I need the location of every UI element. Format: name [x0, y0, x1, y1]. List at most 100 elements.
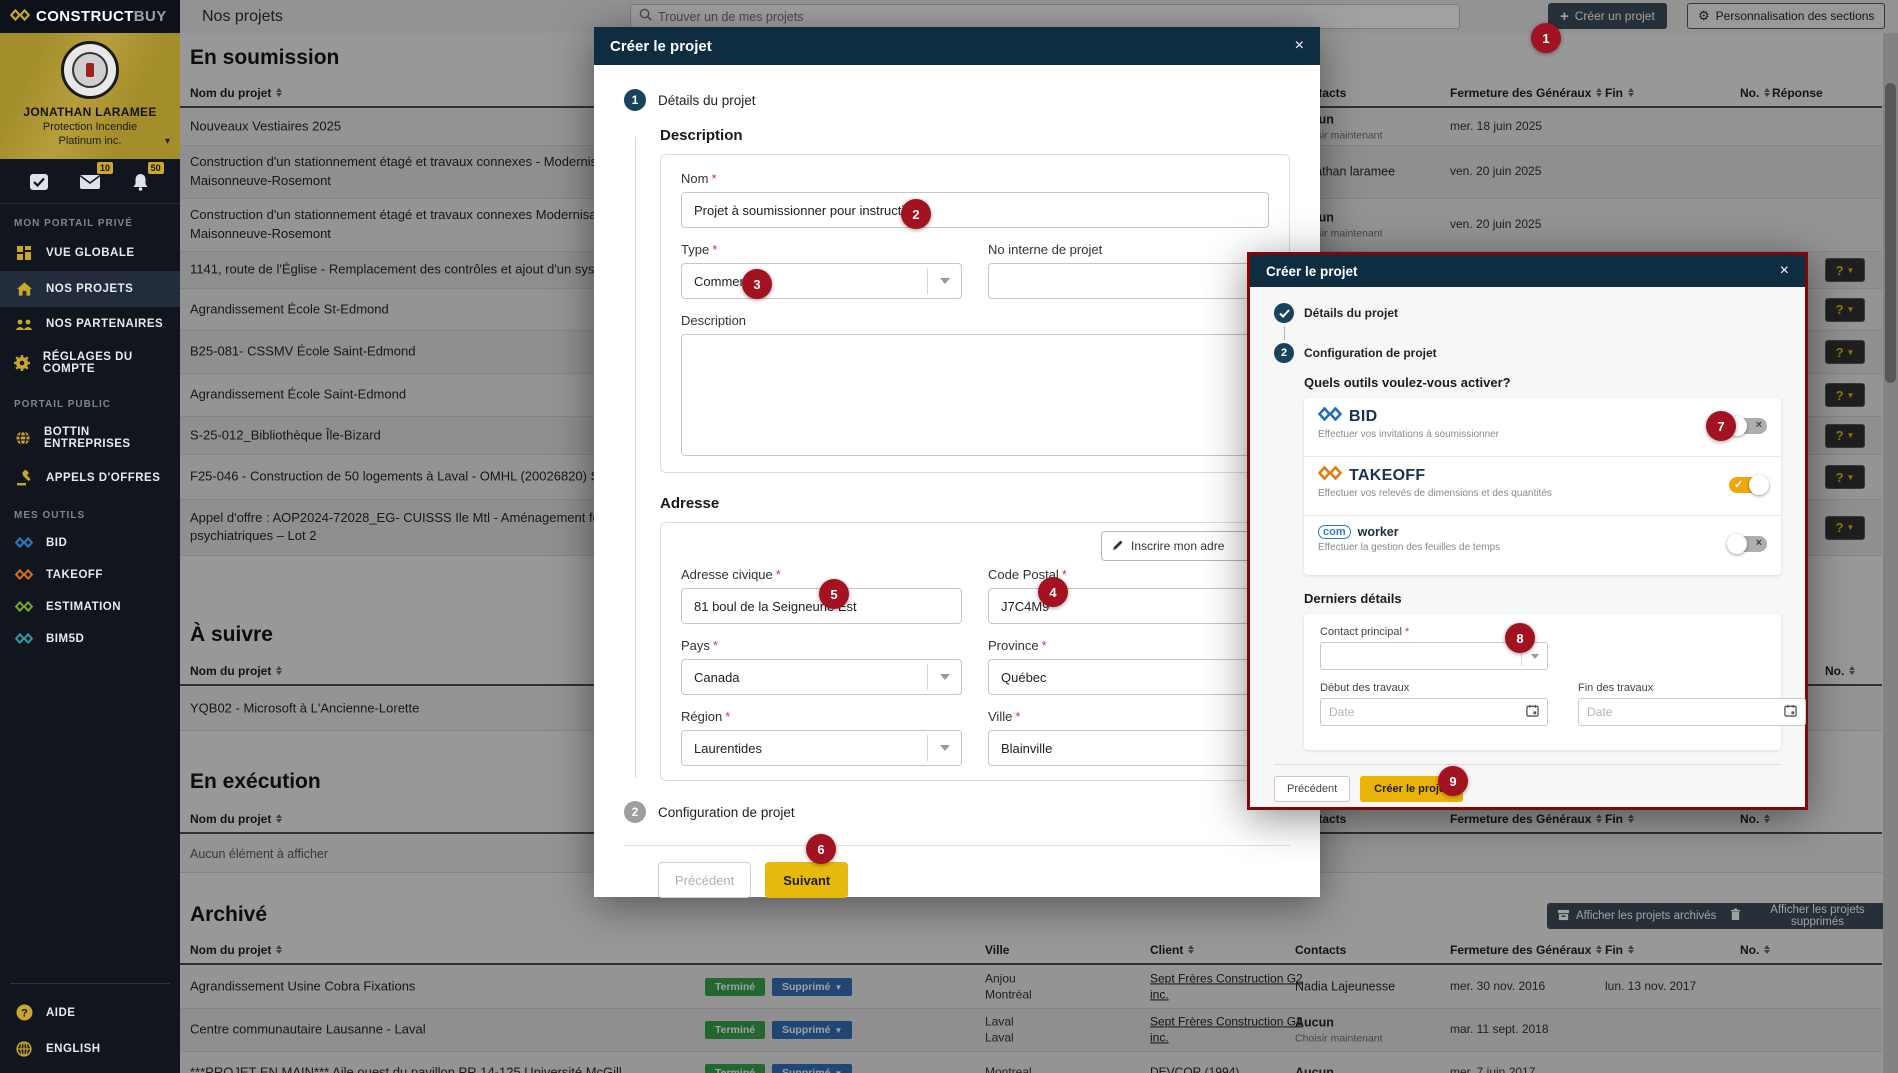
globe-icon: [14, 430, 32, 446]
sidebar-item-nos-partenaires[interactable]: NOS PARTENAIRES: [0, 307, 180, 341]
sidebar-item-takeoff[interactable]: TAKEOFF: [0, 559, 180, 591]
stepper-line: [635, 137, 636, 778]
type-label: Type*: [681, 242, 962, 257]
tasks-check-icon[interactable]: [26, 171, 52, 193]
annotation-badge-3: 3: [742, 269, 772, 299]
close-icon[interactable]: ×: [1780, 263, 1789, 279]
ville-label: Ville*: [988, 709, 1269, 724]
cp-label: Code Postal*: [988, 567, 1269, 582]
bid-logo-icon: [14, 537, 34, 548]
constructbuy-logo-icon: [10, 8, 30, 26]
step1-details-done: Détails du projet: [1274, 303, 1781, 323]
step1-check-circle: [1274, 303, 1294, 323]
sidebar-item-aide[interactable]: ? AIDE: [0, 994, 180, 1031]
sidebar-item-reglages[interactable]: RÉGLAGES DU COMPTE: [0, 341, 180, 385]
takeoff-toggle[interactable]: ✓: [1729, 477, 1767, 493]
sidebar: CONSTRUCTBUY JONATHAN LARAMEE Protection…: [0, 0, 180, 1073]
annotation-badge-4: 4: [1038, 577, 1068, 607]
adresse-card: Inscrire mon adre Adresse civique* 81 bo…: [660, 522, 1290, 781]
help-icon: ?: [14, 1004, 34, 1021]
sidebar-section-private: MON PORTAIL PRIVÉ: [0, 204, 180, 235]
precedent-button[interactable]: Précédent: [658, 862, 751, 898]
sidebar-section-tools: MES OUTILS: [0, 496, 180, 527]
comworker-logo-icon: com: [1318, 525, 1351, 539]
people-icon: [14, 317, 34, 331]
step2-circle: 2: [624, 801, 646, 823]
comworker-toggle[interactable]: ×: [1729, 536, 1767, 552]
description-textarea[interactable]: [681, 334, 1269, 456]
profile-caret-icon[interactable]: ▾: [165, 136, 170, 147]
notifications-bell-icon[interactable]: 50: [128, 171, 154, 193]
sidebar-item-bim5d[interactable]: BIM5D: [0, 623, 180, 655]
step2-configuration: 2 Configuration de projet: [1274, 343, 1781, 363]
fin-date-input[interactable]: Date: [1578, 698, 1806, 726]
sidebar-item-appels-offres[interactable]: APPELS D'OFFRES: [0, 460, 180, 496]
step2-circle: 2: [1274, 343, 1294, 363]
cp-input[interactable]: J7C4M9: [988, 588, 1269, 624]
description-card: Nom* Projet à soumissionner pour instruc…: [660, 154, 1290, 473]
gavel-icon: [14, 470, 34, 486]
language-globe-icon: [14, 1041, 34, 1057]
province-select[interactable]: Québec: [988, 659, 1269, 695]
tools-heading: Quels outils voulez-vous activer?: [1304, 375, 1781, 390]
ville-select[interactable]: Blainville: [988, 730, 1269, 766]
sidebar-item-vue-globale[interactable]: VUE GLOBALE: [0, 235, 180, 271]
stepper-connector: [1284, 326, 1285, 340]
nom-label: Nom*: [681, 171, 1269, 186]
takeoff-logo-icon: [1318, 466, 1342, 485]
messages-envelope-icon[interactable]: 10: [77, 171, 103, 193]
x-icon: ×: [1756, 537, 1762, 549]
pays-select[interactable]: Canada: [681, 659, 962, 695]
pencil-icon: [1112, 539, 1124, 554]
bim5d-logo-icon: [14, 633, 34, 644]
close-icon[interactable]: ×: [1295, 38, 1304, 54]
nom-input[interactable]: Projet à soumissionner pour instructions: [681, 192, 1269, 228]
create-project-modal-step2: Créer le projet × Détails du projet 2 Co…: [1247, 252, 1808, 810]
annotation-badge-8: 8: [1505, 623, 1535, 653]
fin-label: Fin des travaux: [1578, 682, 1806, 694]
type-select[interactable]: Commercial: [681, 263, 962, 299]
create-project-modal-step1: Créer le projet × 1 Détails du projet De…: [594, 27, 1320, 897]
notifications-count-badge: 50: [148, 162, 164, 174]
description-label: Description: [681, 313, 1269, 328]
sidebar-item-nos-projets[interactable]: NOS PROJETS: [0, 271, 180, 307]
gear-icon: [14, 355, 31, 371]
no-interne-label: No interne de projet: [988, 242, 1269, 257]
avatar: [61, 41, 119, 99]
sidebar-item-bid[interactable]: BID: [0, 527, 180, 559]
sidebar-item-bottin[interactable]: BOTTIN ENTREPRISES: [0, 416, 180, 460]
modal1-header: Créer le projet ×: [594, 27, 1320, 65]
sidebar-item-estimation[interactable]: ESTIMATION: [0, 591, 180, 623]
sidebar-section-public: PORTAIL PUBLIC: [0, 385, 180, 416]
takeoff-logo-icon: [14, 569, 34, 580]
annotation-badge-2: 2: [901, 199, 931, 229]
annotation-badge-9: 9: [1438, 766, 1468, 796]
calendar-icon[interactable]: [1784, 704, 1797, 720]
suivant-button[interactable]: Suivant: [765, 862, 848, 898]
modal2-header: Créer le projet ×: [1250, 255, 1805, 287]
precedent-button[interactable]: Précédent: [1274, 776, 1350, 802]
x-icon: ×: [1756, 419, 1762, 431]
profile-card[interactable]: JONATHAN LARAMEE Protection Incendie Pla…: [0, 33, 180, 159]
region-label: Région*: [681, 709, 962, 724]
debut-date-input[interactable]: Date: [1320, 698, 1548, 726]
calendar-icon[interactable]: [1526, 704, 1539, 720]
annotation-badge-7: 7: [1706, 411, 1736, 441]
region-select[interactable]: Laurentides: [681, 730, 962, 766]
chevron-down-icon: [927, 664, 961, 690]
notification-icon-row: 10 50: [0, 159, 180, 204]
province-label: Province*: [988, 638, 1269, 653]
modal2-title: Créer le projet: [1266, 264, 1358, 279]
brand-name: CONSTRUCTBUY: [36, 8, 167, 25]
messages-count-badge: 10: [97, 162, 113, 174]
no-interne-input[interactable]: [988, 263, 1269, 299]
tool-row-takeoff: TAKEOFF Effectuer vos relevés de dimensi…: [1304, 457, 1781, 516]
step1-circle: 1: [624, 89, 646, 111]
contact-label: Contact principal*: [1320, 626, 1765, 638]
bid-logo-icon: [1318, 407, 1342, 426]
grid-icon: [14, 245, 34, 261]
pays-label: Pays*: [681, 638, 962, 653]
profile-company: Protection Incendie Platinum inc.: [8, 121, 172, 149]
modal1-footer: Précédent Suivant: [624, 845, 1290, 898]
sidebar-item-language[interactable]: ENGLISH: [0, 1031, 180, 1067]
